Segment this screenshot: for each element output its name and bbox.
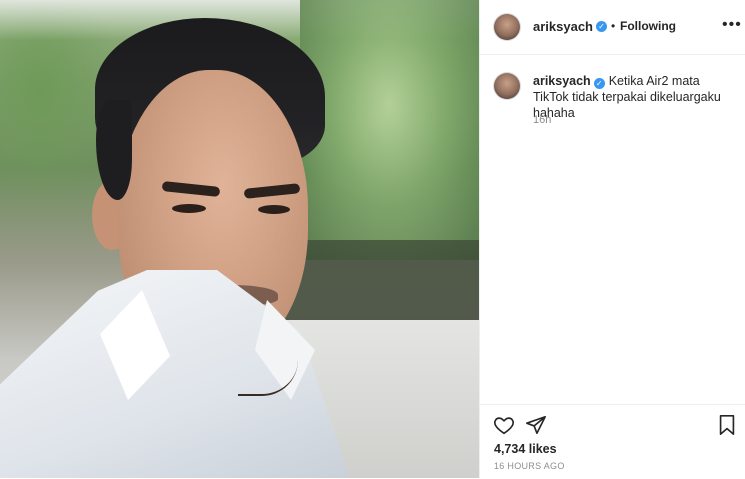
verified-badge-icon: ✓ bbox=[593, 78, 605, 89]
post-photo[interactable] bbox=[0, 0, 479, 478]
caption-avatar[interactable] bbox=[494, 73, 520, 99]
post-header: ariksyach ✓ • Following ••• bbox=[480, 0, 745, 55]
post-actions: 4,734 likes 16 HOURS AGO bbox=[480, 404, 745, 479]
likes-count[interactable]: 4,734 likes bbox=[494, 442, 557, 456]
photo-foliage bbox=[300, 0, 479, 260]
post-side-panel: ariksyach ✓ • Following ••• ariksyach ✓ Ke… bbox=[479, 0, 745, 478]
caption-username[interactable]: ariksyach bbox=[533, 74, 591, 88]
verified-badge-icon: ✓ bbox=[596, 21, 607, 32]
caption-timestamp[interactable]: 16h bbox=[533, 114, 551, 126]
send-icon[interactable] bbox=[525, 414, 547, 436]
following-button[interactable]: Following bbox=[620, 19, 676, 33]
separator-dot: • bbox=[611, 19, 616, 33]
more-horizontal-icon[interactable]: ••• bbox=[722, 16, 742, 34]
avatar[interactable] bbox=[494, 14, 520, 40]
heart-icon[interactable] bbox=[493, 414, 515, 436]
bookmark-icon[interactable] bbox=[716, 414, 738, 436]
photo-eye-left bbox=[172, 204, 206, 213]
post-time-ago[interactable]: 16 HOURS AGO bbox=[494, 461, 565, 471]
header-username[interactable]: ariksyach bbox=[533, 19, 593, 34]
photo-eye-right bbox=[258, 205, 290, 214]
post-caption: ariksyach ✓ Ketika Air2 mata TikTok tidak … bbox=[533, 73, 733, 121]
